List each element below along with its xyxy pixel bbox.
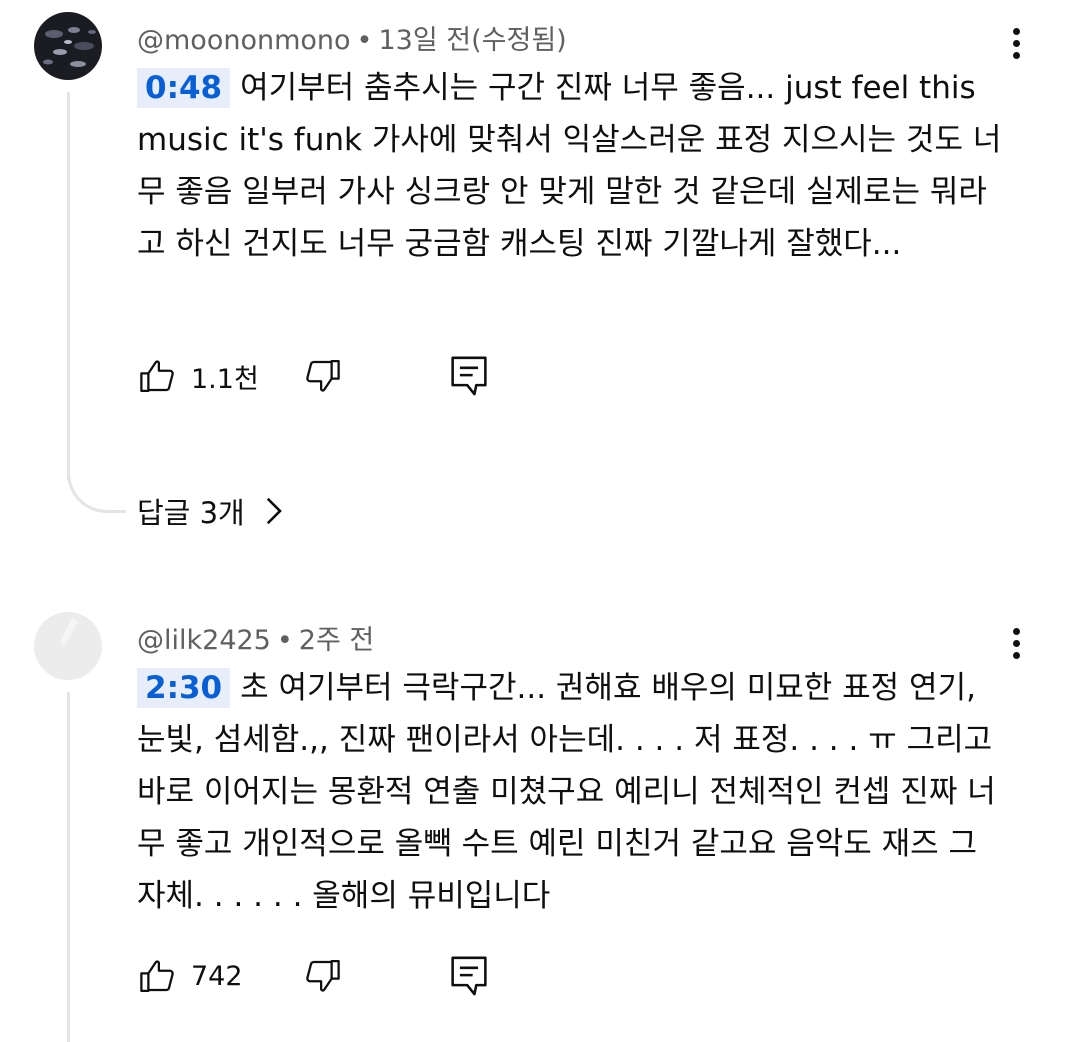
like-count: 1.1천 — [191, 363, 259, 395]
like-button[interactable]: 1.1천 — [137, 355, 301, 397]
comment-author[interactable]: @moononmono — [137, 25, 351, 56]
comment-header: @lilk2425 • 2주 전 — [137, 618, 374, 657]
comment-icon — [451, 956, 487, 996]
thumbs-down-icon — [306, 959, 340, 992]
comment-text: 2:30 초 여기부터 극락구간... 권해효 배우의 미묘한 표정 연기, 눈빛… — [137, 662, 1012, 922]
dislike-button[interactable] — [301, 955, 343, 997]
comment-body: 여기부터 춤추시는 구간 진짜 너무 좋음... just feel this … — [137, 70, 1002, 262]
separator-dot: • — [276, 625, 293, 656]
like-button[interactable]: 742 — [137, 955, 301, 997]
thumbs-up-icon — [140, 960, 174, 993]
comment-actions: 1.1천 — [137, 352, 489, 400]
reply-button[interactable] — [449, 354, 489, 398]
comment-actions: 742 — [137, 952, 489, 1000]
thread-line — [67, 92, 70, 480]
thumbs-up-icon — [140, 360, 174, 393]
comment-body: 초 여기부터 극락구간... 권해효 배우의 미묘한 표정 연기, 눈빛, 섬세… — [137, 670, 996, 914]
dislike-button[interactable] — [301, 355, 343, 397]
comment-time: 2주 전 — [298, 625, 375, 656]
comment-icon — [451, 356, 487, 396]
thread-connector — [67, 460, 126, 513]
comment-time: 13일 전(수정됨) — [378, 25, 567, 56]
reply-button[interactable] — [449, 954, 489, 998]
avatar[interactable] — [34, 612, 102, 680]
comment-author[interactable]: @lilk2425 — [137, 625, 271, 656]
timestamp-link[interactable]: 2:30 — [137, 668, 231, 708]
thread-line — [67, 692, 70, 1042]
view-replies-button[interactable]: 답글 3개 — [137, 490, 283, 532]
separator-dot: • — [356, 25, 373, 56]
thumbs-down-icon — [306, 359, 340, 392]
like-count: 742 — [191, 960, 243, 992]
avatar[interactable] — [34, 12, 102, 80]
chevron-right-icon — [266, 497, 282, 525]
timestamp-link[interactable]: 0:48 — [137, 68, 231, 108]
comment-header: @moononmono • 13일 전(수정됨) — [137, 18, 567, 57]
comment-item: @lilk2425 • 2주 전 2:30 초 여기부터 극락구간... 권해효 배우… — [0, 600, 1080, 1042]
comment-text: 0:48 여기부터 춤추시는 구간 진짜 너무 좋음... just feel t… — [137, 62, 1012, 270]
comment-item: @moononmono • 13일 전(수정됨) 0:48 여기부터 춤추시는 구간 … — [0, 0, 1080, 560]
replies-label: 답글 3개 — [137, 496, 245, 530]
